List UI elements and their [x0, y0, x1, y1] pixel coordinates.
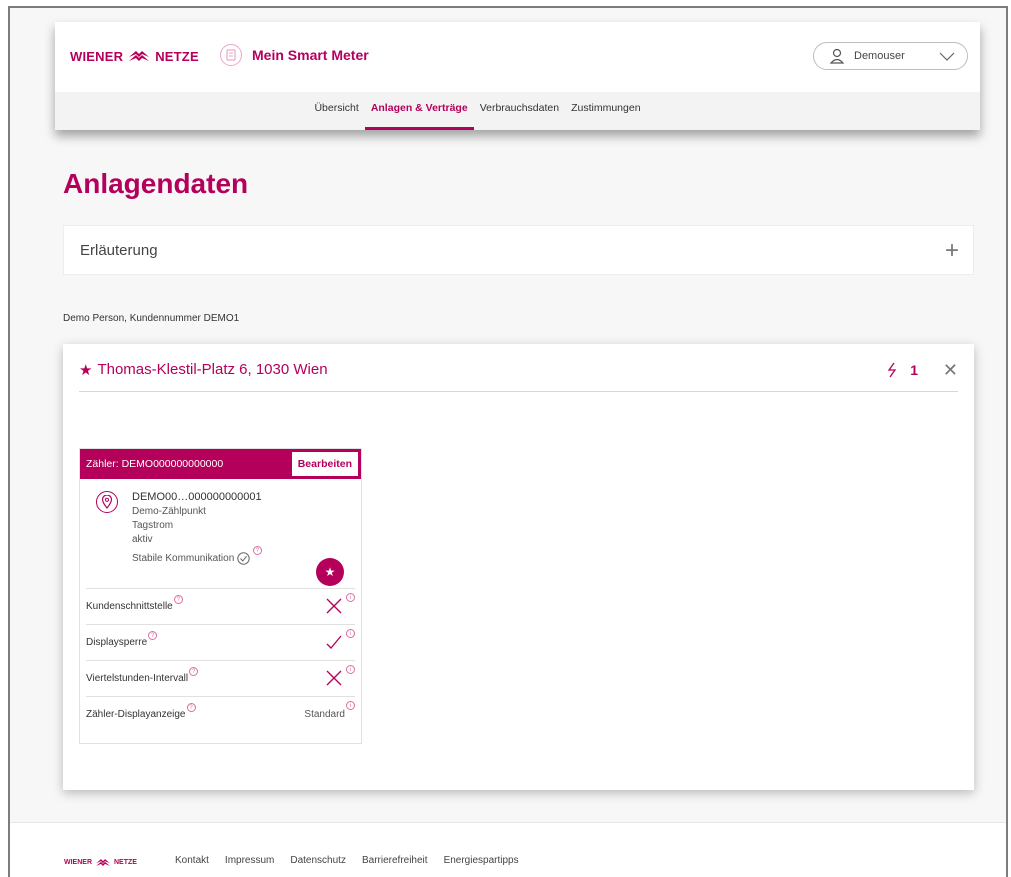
- user-icon: [830, 48, 844, 64]
- meter-card: Zähler: DEMO000000000000 Bearbeiten DEMO…: [79, 448, 362, 744]
- help-icon[interactable]: ?: [252, 546, 262, 555]
- communication-status: Stabile Kommunikation ?: [132, 546, 262, 565]
- customer-info: Demo Person, Kundennummer DEMO1: [63, 313, 240, 324]
- feature-label: Kundenschnittstelle: [86, 601, 173, 612]
- logo-text-right: NETZE: [155, 48, 199, 64]
- meter-count: 1: [886, 362, 918, 378]
- footer-link-impressum[interactable]: Impressum: [225, 855, 274, 866]
- help-icon[interactable]: ?: [148, 631, 158, 640]
- status: aktiv: [132, 534, 153, 545]
- edit-button[interactable]: Bearbeiten: [290, 451, 359, 477]
- page-title: Anlagendaten: [63, 168, 249, 199]
- user-menu-button[interactable]: Demouser: [813, 42, 968, 70]
- site-card: ★ Thomas-Klestil-Platz 6, 1030 Wien 1 ✕ …: [63, 344, 974, 790]
- nav-tab-verbrauchsdaten[interactable]: Verbrauchsdaten: [474, 92, 565, 130]
- feature-label: Viertelstunden-Intervall: [86, 673, 189, 684]
- metering-point-id: DEMO00…000000000001: [132, 491, 262, 503]
- help-icon[interactable]: ?: [189, 667, 199, 676]
- display-mode-value: Standard: [304, 709, 345, 720]
- nav-tab-zustimmungen[interactable]: Zustimmungen: [565, 92, 646, 130]
- location-pin-icon: [96, 491, 118, 513]
- explanation-accordion[interactable]: Erläuterung +: [63, 225, 974, 275]
- footer-logo-text-left: WIENER: [64, 859, 92, 866]
- metering-point-name: Demo-Zählpunkt: [132, 506, 206, 517]
- logo-text-left: WIENER: [70, 48, 124, 64]
- info-icon[interactable]: i: [346, 629, 355, 638]
- metering-point: DEMO00…000000000001 Demo-Zählpunkt Tagst…: [86, 479, 355, 589]
- feature-label: Displaysperre: [86, 637, 148, 648]
- app-title: Mein Smart Meter: [252, 47, 369, 63]
- cross-icon: [326, 598, 342, 614]
- page-footer: WIENER NETZE Kontakt Impressum Datenschu…: [10, 822, 1006, 877]
- header-top-bar: WIENER NETZE Mein Smart Meter Demouser: [55, 22, 980, 92]
- accordion-label: Erläuterung: [80, 241, 158, 259]
- meter-id-label: Zähler: DEMO000000000000: [86, 458, 224, 470]
- feature-label: Zähler-Displayanzeige: [86, 709, 186, 720]
- feature-row-zaehler-displayanzeige: Zähler-Displayanzeige? Standard i: [86, 697, 355, 733]
- feature-row-kundenschnittstelle: Kundenschnittstelle? i: [86, 589, 355, 625]
- footer-link-kontakt[interactable]: Kontakt: [175, 855, 209, 866]
- communication-label: Stabile Kommunikation: [132, 553, 235, 565]
- wiener-netze-logo-icon: [96, 859, 110, 866]
- nav-tab-anlagen-vertraege[interactable]: Anlagen & Verträge: [364, 92, 474, 130]
- footer-link-energiespartipps[interactable]: Energiespartipps: [444, 855, 519, 866]
- help-icon[interactable]: ?: [173, 595, 183, 604]
- wiener-netze-logo[interactable]: WIENER NETZE: [70, 48, 199, 64]
- main-navigation: Übersicht Anlagen & Verträge Verbrauchsd…: [55, 92, 980, 130]
- footer-logo[interactable]: WIENER NETZE: [64, 857, 137, 868]
- plus-icon: +: [944, 237, 959, 264]
- smart-meter-icon: [220, 44, 242, 66]
- footer-link-barrierefreiheit[interactable]: Barrierefreiheit: [362, 855, 428, 866]
- site-card-header: ★ Thomas-Klestil-Platz 6, 1030 Wien 1 ✕: [79, 358, 958, 392]
- cross-icon: [326, 670, 342, 686]
- footer-link-datenschutz[interactable]: Datenschutz: [290, 855, 346, 866]
- nav-tab-uebersicht[interactable]: Übersicht: [308, 92, 364, 130]
- lightning-icon: [887, 362, 897, 378]
- check-icon: [326, 635, 342, 649]
- favorite-star-button[interactable]: ★: [316, 558, 344, 586]
- check-circle-icon: [237, 552, 250, 565]
- info-icon[interactable]: i: [346, 665, 355, 674]
- info-icon[interactable]: i: [346, 701, 355, 710]
- footer-logo-text-right: NETZE: [114, 859, 137, 866]
- meter-card-header: Zähler: DEMO000000000000 Bearbeiten: [80, 449, 361, 479]
- app-header: WIENER NETZE Mein Smart Meter Demouser Ü…: [55, 22, 980, 130]
- meter-count-value: 1: [910, 362, 918, 378]
- user-name: Demouser: [854, 50, 905, 62]
- info-icon[interactable]: i: [346, 593, 355, 602]
- browser-frame: WIENER NETZE Mein Smart Meter Demouser Ü…: [8, 6, 1008, 877]
- tariff: Tagstrom: [132, 520, 174, 531]
- wiener-netze-logo-icon: [129, 51, 150, 61]
- chevron-down-icon: [939, 52, 955, 61]
- star-icon[interactable]: ★: [79, 361, 92, 379]
- site-address: Thomas-Klestil-Platz 6, 1030 Wien: [97, 361, 328, 378]
- feature-row-viertelstunden-intervall: Viertelstunden-Intervall? i: [86, 661, 355, 697]
- close-icon[interactable]: ✕: [943, 360, 958, 381]
- help-icon[interactable]: ?: [186, 703, 196, 712]
- feature-row-displaysperre: Displaysperre? i: [86, 625, 355, 661]
- footer-links: Kontakt Impressum Datenschutz Barrierefr…: [175, 855, 519, 866]
